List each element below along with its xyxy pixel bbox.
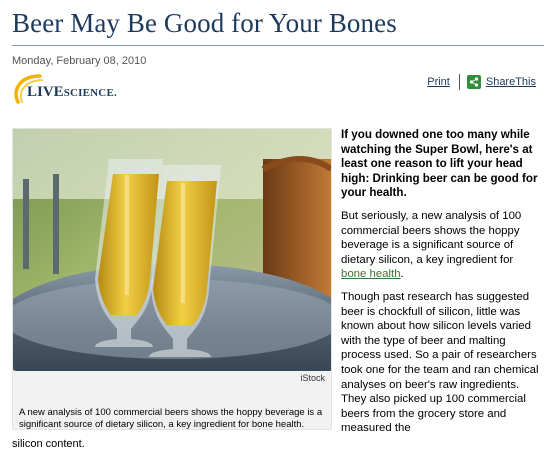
- livescience-logo[interactable]: LIVESCIENCE.: [10, 72, 120, 106]
- beer-photo[interactable]: [13, 129, 331, 371]
- headline-divider: [12, 45, 544, 46]
- paragraph-2-end: .: [400, 268, 404, 281]
- sharethis-link[interactable]: ShareThis: [486, 76, 536, 88]
- paragraph-2-text: But seriously, a new analysis of 100 com…: [341, 209, 522, 266]
- article-body: If you downed one too many while watchin…: [341, 128, 541, 444]
- article-tools: Print ShareThis: [427, 72, 536, 92]
- publish-date: Monday, February 08, 2010: [12, 55, 147, 67]
- print-link[interactable]: Print: [427, 76, 450, 88]
- tools-divider: [458, 74, 460, 90]
- article-headline: Beer May Be Good for Your Bones: [12, 8, 397, 38]
- paragraph-trail: silicon content.: [12, 438, 85, 450]
- share-icon[interactable]: [466, 75, 481, 89]
- logo-word-live: LIVE: [27, 84, 64, 100]
- paragraph-3: Though past research has suggested beer …: [341, 290, 539, 435]
- lead-paragraph: If you downed one too many while watchin…: [341, 128, 538, 200]
- logo-word-science: SCIENCE.: [63, 87, 117, 99]
- photo-caption: A new analysis of 100 commercial beers s…: [19, 407, 323, 430]
- logo-wordmark: LIVESCIENCE.: [27, 84, 117, 101]
- beer-glasses-image: [13, 129, 331, 371]
- photo-box: iStock A new analysis of 100 commercial …: [12, 128, 332, 430]
- photo-credit: iStock: [300, 373, 325, 383]
- paragraph-2: But seriously, a new analysis of 100 com…: [341, 209, 541, 282]
- bone-health-link[interactable]: bone health: [341, 268, 401, 280]
